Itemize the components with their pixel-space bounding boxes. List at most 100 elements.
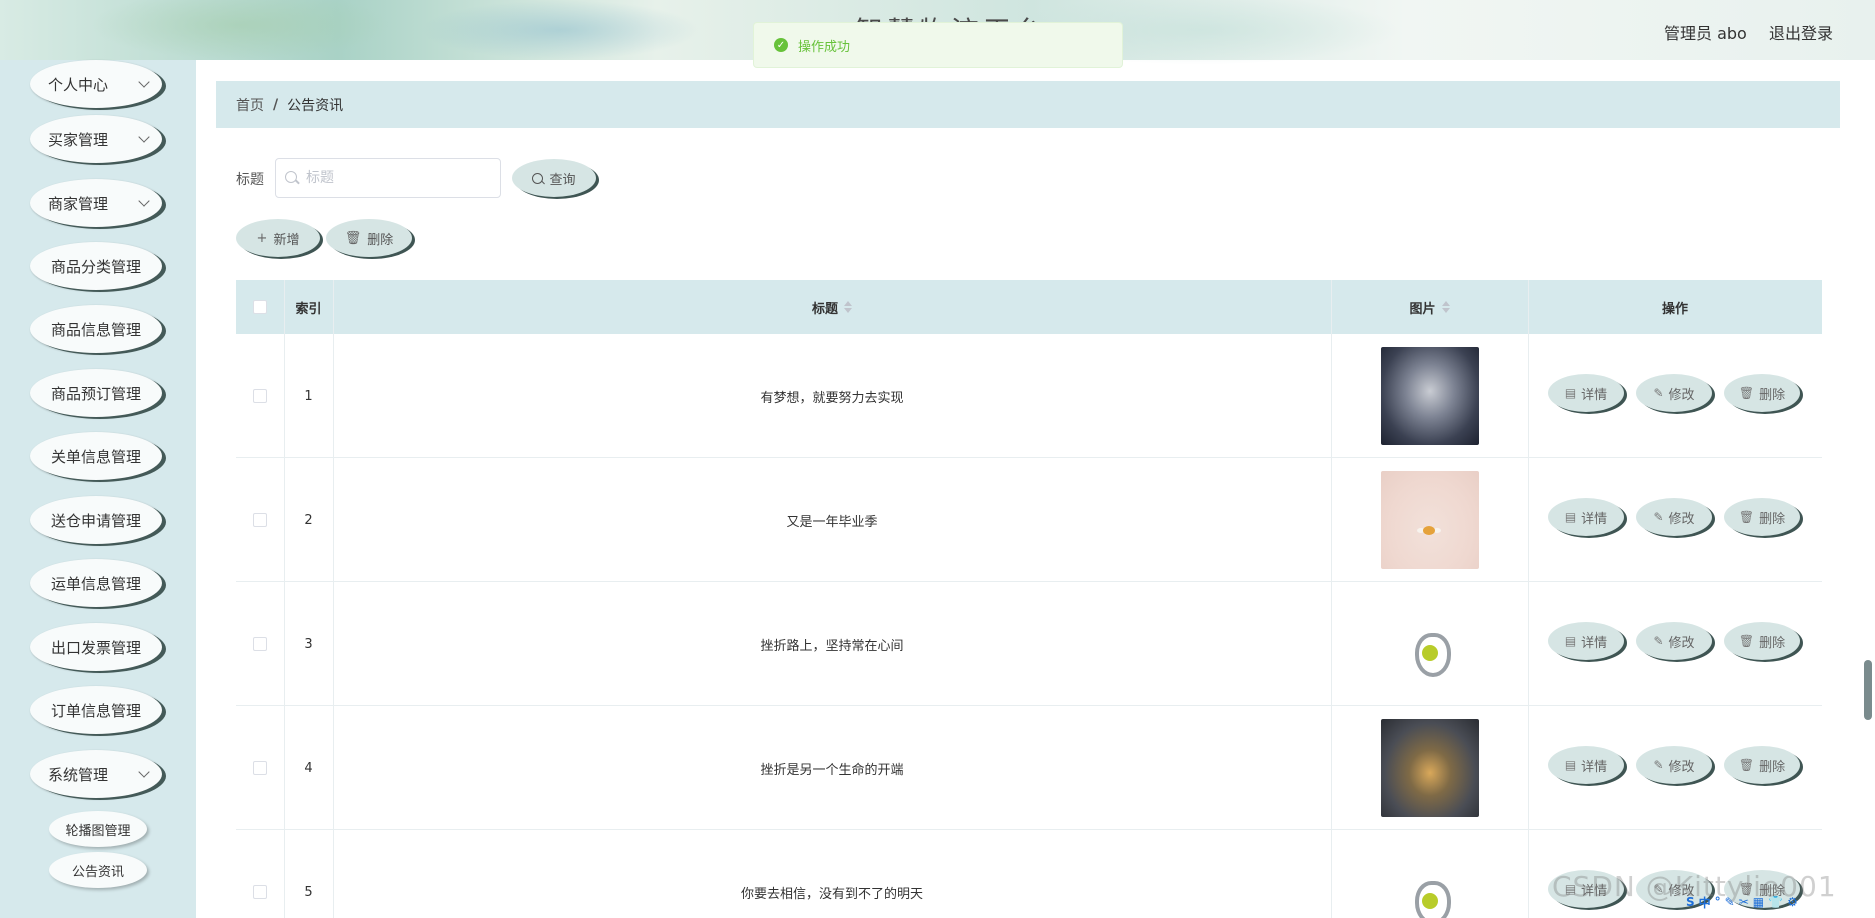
- document-icon: ▤: [1564, 758, 1577, 772]
- breadcrumb-home[interactable]: 首页: [236, 95, 264, 115]
- logout-link[interactable]: 退出登录: [1769, 20, 1833, 44]
- select-all-checkbox[interactable]: [253, 300, 267, 314]
- ime-icon[interactable]: ✎: [1725, 895, 1735, 909]
- detail-button[interactable]: ▤ 详情: [1548, 374, 1624, 412]
- ime-icon[interactable]: ✂: [1739, 895, 1749, 909]
- sidebar-item-invoice-management[interactable]: 出口发票管理: [30, 623, 162, 671]
- row-image-cell: [1331, 582, 1528, 706]
- header-image[interactable]: 图片: [1331, 280, 1528, 334]
- sidebar-item-label: 商品预订管理: [50, 384, 141, 403]
- sidebar-item-label: 商品分类管理: [50, 257, 141, 276]
- batch-delete-button-label: 删除: [367, 232, 394, 248]
- delete-button[interactable]: 🗑 删除: [1724, 374, 1800, 412]
- document-icon: ▤: [1564, 634, 1577, 648]
- sidebar-item-category-management[interactable]: 商品分类管理: [30, 242, 162, 290]
- header-title[interactable]: 标题: [333, 280, 1331, 334]
- ime-toolbar[interactable]: S 中 ° ✎ ✂ ▦ 👕 ⚙: [1686, 891, 1874, 913]
- detail-button[interactable]: ▤ 详情: [1548, 498, 1624, 536]
- header-image-label: 图片: [1409, 301, 1436, 317]
- header-title-label: 标题: [811, 301, 838, 317]
- sort-caret-icon[interactable]: [1441, 301, 1450, 313]
- ime-icon[interactable]: °: [1715, 895, 1721, 909]
- success-toast: ✓ 操作成功: [753, 22, 1123, 68]
- document-icon: ▤: [1564, 510, 1577, 524]
- chevron-down-icon: [138, 195, 150, 207]
- edit-button[interactable]: ✎ 修改: [1636, 498, 1712, 536]
- row-index: 2: [304, 512, 313, 528]
- row-checkbox[interactable]: [253, 389, 267, 403]
- select-all-cell: [236, 280, 284, 334]
- row-image-cell: [1331, 706, 1528, 830]
- sidebar-item-label: 送仓申请管理: [50, 511, 141, 530]
- table-row: 1 有梦想，就要努力去实现 ▤ 详情 ✎ 修改 🗑 删除: [236, 334, 1822, 458]
- row-select-cell: [236, 458, 284, 582]
- sidebar-item-merchant-management[interactable]: 商家管理: [30, 179, 162, 227]
- sidebar-subitem-label: 公告资讯: [71, 864, 124, 880]
- edit-button[interactable]: ✎ 修改: [1636, 746, 1712, 784]
- sidebar-subitem-announcements[interactable]: 公告资讯: [49, 852, 147, 888]
- breadcrumb: 首页 / 公告资讯: [216, 81, 1840, 128]
- sidebar: 个人中心 买家管理 商家管理 商品分类管理 商品信息管理 商品预订管理 关单信息…: [0, 60, 196, 918]
- sidebar-item-reservation-management[interactable]: 商品预订管理: [30, 369, 162, 417]
- ime-icon[interactable]: 中: [1699, 894, 1711, 911]
- batch-delete-button[interactable]: 🗑 删除: [326, 219, 412, 257]
- title-search-input[interactable]: [275, 158, 501, 198]
- header-actions: 操作: [1661, 301, 1688, 317]
- add-button[interactable]: + 新增: [236, 219, 320, 257]
- ime-icon[interactable]: ▦: [1753, 895, 1764, 909]
- row-title: 挫折路上，坚持常在心间: [760, 638, 904, 654]
- pencil-icon: ✎: [1653, 510, 1664, 524]
- delete-button[interactable]: 🗑 删除: [1724, 498, 1800, 536]
- sidebar-item-customs-management[interactable]: 关单信息管理: [30, 432, 162, 480]
- chevron-down-icon: [138, 131, 150, 143]
- sidebar-subitem-carousel[interactable]: 轮播图管理: [49, 811, 147, 847]
- row-checkbox[interactable]: [253, 637, 267, 651]
- row-select-cell: [236, 582, 284, 706]
- document-icon: ▤: [1564, 386, 1577, 400]
- butterfly-brooch-image: [1380, 347, 1479, 445]
- header-index: 索引: [295, 301, 322, 317]
- table-row: 2 又是一年毕业季 ▤ 详情 ✎ 修改 🗑 删除: [236, 458, 1822, 582]
- plus-icon: +: [256, 230, 268, 246]
- delete-button-label: 删除: [1759, 511, 1786, 527]
- sort-caret-icon[interactable]: [844, 301, 852, 313]
- sidebar-item-product-info-management[interactable]: 商品信息管理: [30, 305, 162, 353]
- sidebar-item-order-management[interactable]: 订单信息管理: [30, 686, 162, 734]
- ime-icon[interactable]: S: [1686, 895, 1695, 909]
- admin-user-label: 管理员 abo: [1664, 24, 1747, 43]
- row-checkbox[interactable]: [253, 885, 267, 899]
- header-decoration: [90, 0, 390, 60]
- row-checkbox[interactable]: [253, 513, 267, 527]
- jade-brooch-image: [1380, 719, 1479, 817]
- delete-button-label: 删除: [1759, 635, 1786, 651]
- sidebar-item-warehouse-request-management[interactable]: 送仓申请管理: [30, 496, 162, 544]
- sidebar-item-system-management[interactable]: 系统管理: [30, 750, 162, 798]
- chevron-down-icon: [138, 76, 150, 88]
- edit-button[interactable]: ✎ 修改: [1636, 374, 1712, 412]
- page-scrollbar[interactable]: [1864, 660, 1872, 720]
- row-title: 有梦想，就要努力去实现: [760, 390, 904, 406]
- edit-button[interactable]: ✎ 修改: [1636, 622, 1712, 660]
- sidebar-item-buyer-management[interactable]: 买家管理: [30, 115, 162, 163]
- row-image-cell: [1331, 458, 1528, 582]
- row-image-cell: [1331, 830, 1528, 918]
- ime-icon[interactable]: 👕: [1768, 895, 1783, 909]
- delete-button[interactable]: 🗑 删除: [1724, 746, 1800, 784]
- detail-button[interactable]: ▤ 详情: [1548, 746, 1624, 784]
- ime-icon[interactable]: ⚙: [1787, 895, 1798, 909]
- search-icon: [532, 172, 544, 184]
- row-title: 你要去相信，没有到不了的明天: [740, 886, 923, 902]
- row-index: 5: [304, 884, 313, 900]
- row-checkbox[interactable]: [253, 761, 267, 775]
- trash-icon: 🗑: [1738, 386, 1755, 400]
- sidebar-item-label: 关单信息管理: [50, 447, 141, 466]
- detail-button-label: 详情: [1581, 387, 1608, 403]
- detail-button[interactable]: ▤ 详情: [1548, 622, 1624, 660]
- delete-button[interactable]: 🗑 删除: [1724, 622, 1800, 660]
- trash-icon: 🗑: [1738, 758, 1755, 772]
- query-button[interactable]: 查询: [512, 159, 596, 197]
- sidebar-item-waybill-management[interactable]: 运单信息管理: [30, 559, 162, 607]
- sidebar-item-personal-center[interactable]: 个人中心: [30, 60, 162, 108]
- row-select-cell: [236, 334, 284, 458]
- detail-button-label: 详情: [1581, 759, 1608, 775]
